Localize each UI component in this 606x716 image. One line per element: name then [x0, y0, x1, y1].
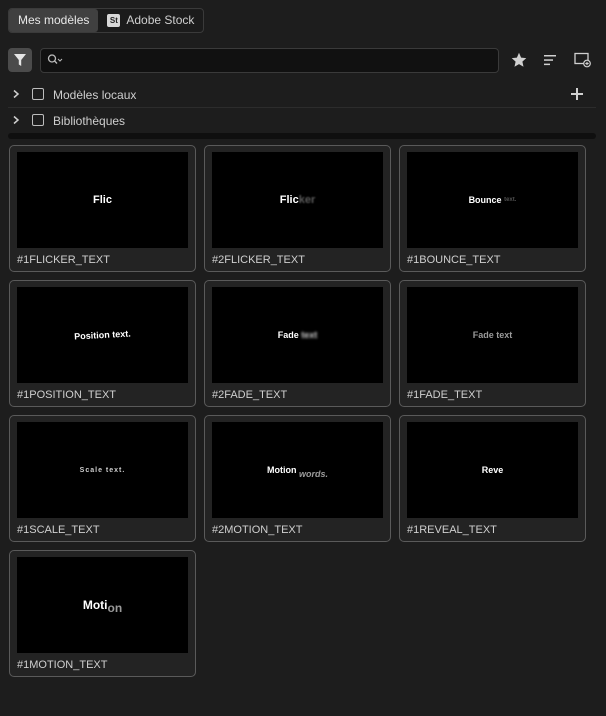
template-preview: Position text. — [17, 287, 188, 383]
template-name: #2FADE_TEXT — [212, 389, 288, 401]
tab-mes-modeles-label: Mes modèles — [18, 13, 90, 27]
template-card[interactable]: Scale text. #1SCALE_TEXT — [9, 415, 196, 542]
sort-icon — [544, 55, 556, 66]
new-template-button[interactable] — [574, 51, 592, 69]
template-name: #1FADE_TEXT — [407, 389, 483, 401]
preview-text-faded: ker — [298, 194, 316, 206]
preview-text-faded: words. — [299, 469, 329, 479]
adobe-stock-icon: St — [107, 14, 121, 27]
tree-row-libraries[interactable]: Bibliothèques — [0, 108, 606, 133]
template-card[interactable]: Fade text #1FADE_TEXT — [399, 280, 586, 407]
template-card[interactable]: Flic ker #2FLICKER_TEXT — [204, 145, 391, 272]
libraries-checkbox[interactable] — [32, 114, 44, 126]
preview-text: Fade — [277, 330, 299, 340]
chevron-right-icon[interactable] — [11, 115, 21, 125]
preview-text: Fade text — [472, 330, 513, 340]
preview-text: Flic — [93, 194, 112, 206]
template-preview: Fade text — [407, 287, 578, 383]
star-icon — [511, 52, 527, 67]
template-name: #2MOTION_TEXT — [212, 524, 303, 536]
horizontal-scrollbar[interactable] — [8, 133, 596, 139]
favorites-button[interactable] — [510, 51, 528, 69]
sort-button[interactable] — [541, 51, 559, 69]
search-icon[interactable] — [47, 53, 63, 67]
template-name: #1FLICKER_TEXT — [17, 254, 110, 266]
tab-adobe-stock-label: Adobe Stock — [126, 13, 195, 27]
template-preview: Reve — [407, 422, 578, 518]
preview-text: Bounce — [468, 195, 502, 205]
preview-text: Flic — [279, 194, 299, 206]
template-name: #1MOTION_TEXT — [17, 659, 108, 671]
template-preview: Scale text. — [17, 422, 188, 518]
template-name: #1POSITION_TEXT — [17, 389, 117, 401]
template-name: #1BOUNCE_TEXT — [407, 254, 501, 266]
preview-text: Moti — [82, 598, 108, 612]
preview-text-faded: text — [301, 330, 318, 340]
tree-row-local-templates[interactable]: Modèles locaux — [0, 82, 606, 107]
search-box — [40, 48, 499, 74]
template-preview: Motion words. — [212, 422, 383, 518]
preview-text-faded: on — [107, 601, 123, 615]
preview-text: Position text. — [74, 328, 131, 342]
filter-icon — [14, 54, 26, 66]
chevron-right-icon[interactable] — [11, 89, 21, 99]
template-card[interactable]: Reve #1REVEAL_TEXT — [399, 415, 586, 542]
template-preview: Bounce text. — [407, 152, 578, 248]
template-card[interactable]: Flic #1FLICKER_TEXT — [9, 145, 196, 272]
plus-icon[interactable] — [570, 87, 584, 101]
template-preview: Fade text — [212, 287, 383, 383]
preview-text: Motion — [266, 465, 297, 475]
local-templates-checkbox[interactable] — [32, 88, 44, 100]
template-preview: Moti on — [17, 557, 188, 653]
preview-text-faded: text. — [504, 197, 517, 203]
template-card[interactable]: Position text. #1POSITION_TEXT — [9, 280, 196, 407]
template-preview: Flic — [17, 152, 188, 248]
source-tabs: Mes modèles St Adobe Stock — [8, 8, 205, 33]
local-templates-label: Modèles locaux — [53, 88, 137, 102]
template-card[interactable]: Moti on #1MOTION_TEXT — [9, 550, 196, 677]
template-name: #1REVEAL_TEXT — [407, 524, 497, 536]
template-name: #1SCALE_TEXT — [17, 524, 100, 536]
template-card[interactable]: Motion words. #2MOTION_TEXT — [204, 415, 391, 542]
template-card[interactable]: Bounce text. #1BOUNCE_TEXT — [399, 145, 586, 272]
preview-text: Reve — [481, 465, 504, 475]
libraries-label: Bibliothèques — [53, 114, 126, 128]
preview-text: Scale text. — [79, 466, 126, 474]
template-preview: Flic ker — [212, 152, 383, 248]
template-card[interactable]: Fade text #2FADE_TEXT — [204, 280, 391, 407]
search-input[interactable] — [65, 49, 489, 74]
template-name: #2FLICKER_TEXT — [212, 254, 305, 266]
tab-adobe-stock[interactable]: St Adobe Stock — [98, 9, 203, 32]
filter-button[interactable] — [8, 48, 32, 72]
new-template-icon — [574, 52, 591, 68]
tab-mes-modeles[interactable]: Mes modèles — [9, 9, 99, 32]
